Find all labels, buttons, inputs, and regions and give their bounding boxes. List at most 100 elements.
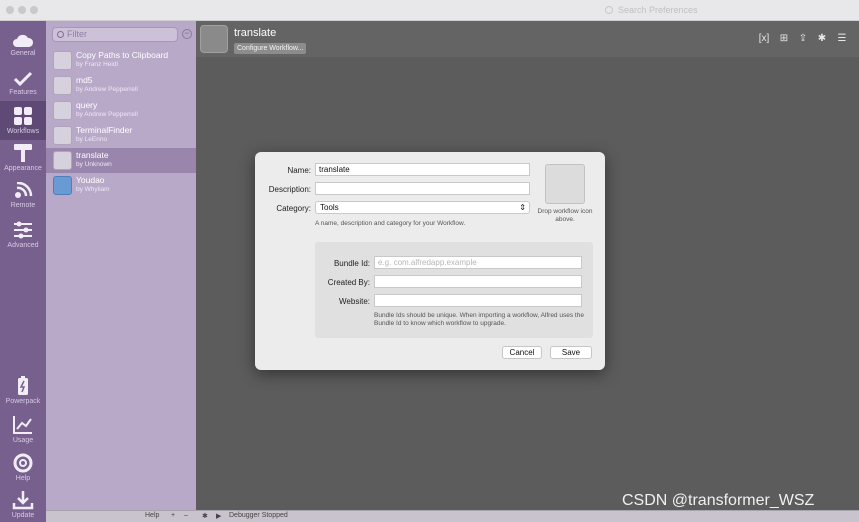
paint-roller-icon [14,144,32,162]
cloud-icon [13,34,34,47]
workflow-grid-icon [53,151,72,170]
website-field[interactable] [374,294,582,307]
workflow-grid-icon [53,76,72,95]
rail-item-label: Update [11,512,35,519]
workflow-icon-dropzone[interactable] [545,164,585,204]
window-titlebar: Search Preferences [0,0,859,21]
rail-item-features[interactable]: Features [0,66,46,105]
workflow-list-pane: Filter − Copy Paths to Clipboard by Fran… [46,21,196,522]
rail-item-label: Usage [12,437,34,444]
workflow-name: translate [76,150,109,160]
bundle-id-label: Bundle Id: [333,259,370,268]
name-field[interactable]: translate [315,163,530,176]
canvas-header: translate Configure Workflow... [x] ⊞ ⇪ … [196,21,859,57]
category-hint: A name, description and category for you… [315,220,466,227]
close-window-button[interactable] [6,6,14,14]
rail-item-label: General [10,50,36,57]
description-field[interactable] [315,182,530,195]
workflow-filter-input[interactable]: Filter [52,27,178,42]
workflow-item[interactable]: Youdao by Whyliam [46,173,196,198]
workflow-item[interactable]: TerminalFinder by LeEnno [46,123,196,148]
rail-item-powerpack[interactable]: Powerpack [0,371,46,410]
lifebuoy-icon [13,453,33,473]
workflow-name: Copy Paths to Clipboard [76,50,169,60]
workflow-name: query [76,100,98,110]
variables-icon[interactable]: [x] [758,33,770,45]
rail-item-appearance[interactable]: Appearance [0,138,46,177]
save-button[interactable]: Save [550,346,592,359]
watermark: CSDN @transformer_WSZ [622,492,815,509]
created-by-label: Created By: [327,278,370,287]
youdao-icon [53,176,72,195]
download-icon [12,491,34,510]
preferences-search-input[interactable]: Search Preferences [605,4,755,17]
rail-item-update[interactable]: Update [0,485,46,522]
workflow-icon[interactable] [200,25,228,53]
rail-item-label: Remote [10,202,36,209]
bundle-id-field[interactable]: e.g. com.alfredapp.example [374,256,582,269]
grid-icon [14,107,32,125]
category-select[interactable]: Tools ⇕ [315,201,530,214]
sliders-icon [14,221,32,239]
rail-item-help[interactable]: Help [0,448,46,487]
updown-chevron-icon: ⇕ [519,203,526,212]
finder-icon [53,126,72,145]
zoom-window-button[interactable] [30,6,38,14]
search-icon [57,31,64,38]
minimize-window-button[interactable] [18,6,26,14]
rail-item-general[interactable]: General [0,27,46,66]
rail-item-label: Features [9,89,37,96]
bundle-info-panel: Bundle Id: e.g. com.alfredapp.example Cr… [315,242,593,338]
workflow-grid-icon [53,101,72,120]
workflow-author: by Andrew Pepperrell [76,86,138,93]
menu-icon[interactable]: ☰ [836,33,848,45]
category-value: Tools [320,203,339,212]
debugger-status: Debugger Stopped [229,512,288,519]
rail-item-label: Workflows [6,128,40,135]
rail-item-label: Appearance [4,165,42,172]
workflow-author: by Unknown [76,161,112,168]
share-icon[interactable]: ⇪ [797,33,809,45]
workflow-item[interactable]: query by Andrew Pepperrell [46,98,196,123]
name-label: Name: [287,166,311,175]
rail-item-label: Advanced [7,242,39,249]
rail-item-label: Powerpack [5,398,41,405]
workflow-author: by Franz Heidl [76,61,118,68]
rail-item-workflows[interactable]: Workflows [0,101,46,140]
workflow-title: translate [234,27,277,39]
category-label: Category: [276,204,311,213]
add-object-icon[interactable]: ⊞ [778,33,790,45]
workflow-author: by Whyliam [76,186,110,193]
workflow-author: by Andrew Pepperrell [76,111,138,118]
workflow-author: by LeEnno [76,136,108,143]
workflow-name: Youdao [76,175,105,185]
workflow-item[interactable]: md5 by Andrew Pepperrell [46,73,196,98]
preferences-sidebar: General Features Workflows Appearance Re… [0,21,46,522]
clipboard-icon [53,51,72,70]
bottom-toolbar: Help + – ✱ ▶ Debugger Stopped [46,510,859,522]
filter-placeholder: Filter [67,29,87,39]
description-label: Description: [268,185,311,194]
drop-icon-hint: Drop workflow icon above. [537,208,593,223]
clear-filter-icon[interactable]: − [182,29,192,39]
created-by-field[interactable] [374,275,582,288]
rail-item-label: Help [15,475,31,482]
play-icon[interactable]: ▶ [216,512,221,520]
rail-item-remote[interactable]: Remote [0,177,46,216]
debug-bug-icon[interactable]: ✱ [816,33,828,45]
website-label: Website: [339,297,370,306]
checkmark-icon [13,71,33,87]
remove-workflow-button[interactable]: – [184,512,188,519]
workflow-item[interactable]: translate by Unknown [46,148,196,173]
help-button[interactable]: Help [145,512,159,519]
chart-icon [13,416,32,434]
cancel-button[interactable]: Cancel [502,346,542,359]
add-workflow-button[interactable]: + [171,512,175,519]
rail-item-usage[interactable]: Usage [0,410,46,449]
rail-item-advanced[interactable]: Advanced [0,215,46,254]
configure-workflow-button[interactable]: Configure Workflow... [234,43,307,54]
wifi-icon [15,182,33,198]
debugger-bug-icon[interactable]: ✱ [202,512,208,520]
workflow-info-dialog: Name: translate Description: Category: T… [255,152,605,370]
workflow-item[interactable]: Copy Paths to Clipboard by Franz Heidl [46,48,196,73]
